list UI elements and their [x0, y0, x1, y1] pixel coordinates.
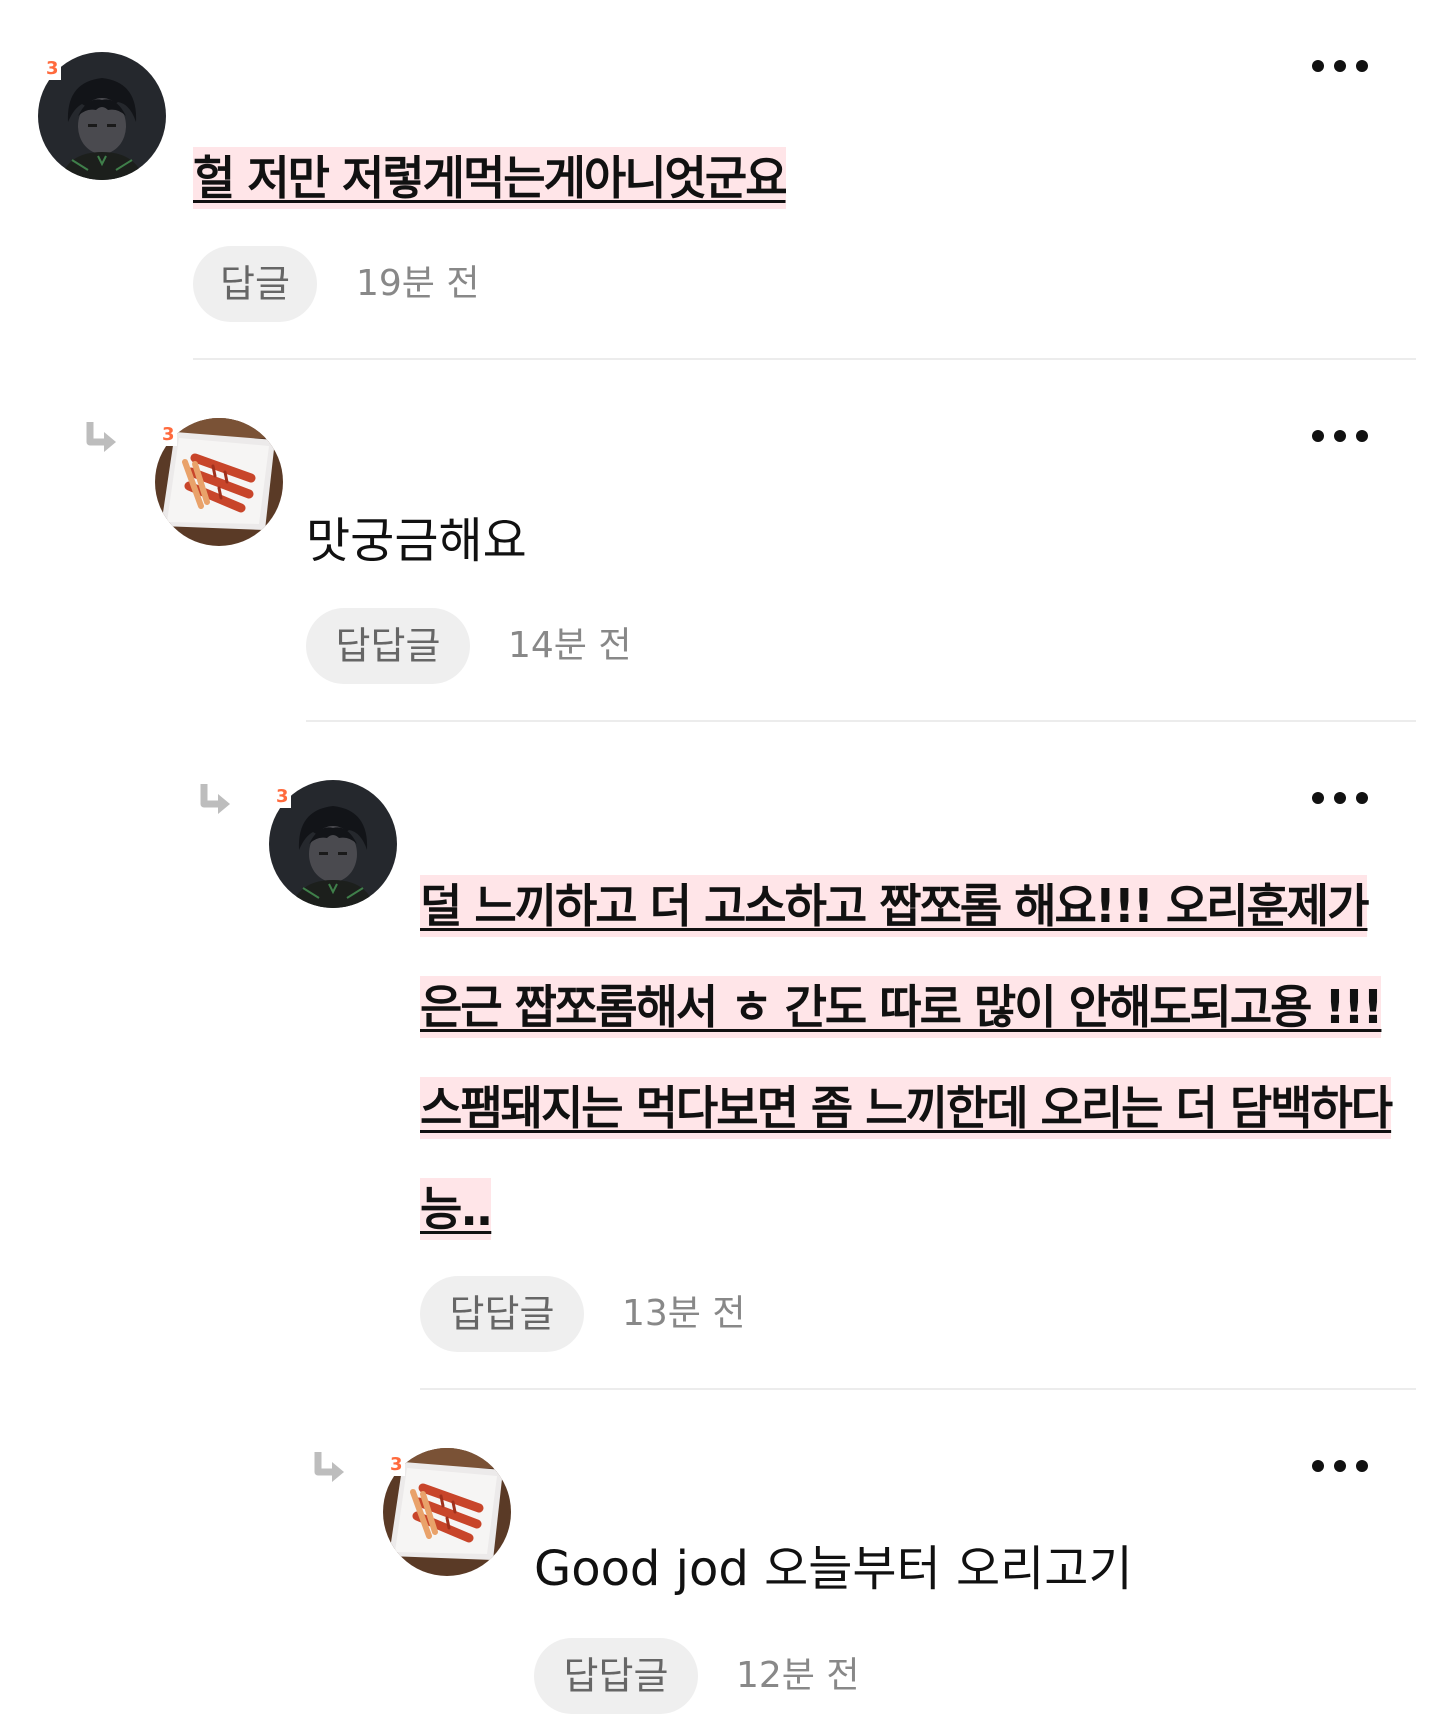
comment-time: 19분 전	[356, 263, 480, 304]
comment-4: 3 Good jod 오늘부터 오리고기 답답글 12분 전	[0, 1392, 1440, 1718]
comment-1: 3 헐 저만 저렇게먹는게아니엇군요 답글 19분 전	[0, 0, 1440, 360]
comment-time: 14분 전	[508, 625, 632, 666]
divider	[306, 720, 1416, 722]
level-badge: 3	[274, 786, 291, 808]
more-dots-icon[interactable]	[1312, 788, 1368, 808]
more-dots-icon[interactable]	[1312, 426, 1368, 446]
comment-time: 12분 전	[736, 1655, 860, 1696]
comment-text: Good jod 오늘부터 오리고기	[534, 1541, 1133, 1597]
divider	[193, 358, 1416, 360]
comment-text-highlight: 덜 느끼하고 더 고소하고 짭쪼롬 해요!!! 오리훈제가 은근 짭쪼롬해서 ㅎ…	[420, 875, 1393, 1240]
comment-time: 13분 전	[622, 1293, 746, 1334]
level-badge: 3	[160, 424, 177, 446]
level-badge: 3	[44, 58, 61, 80]
reply-button[interactable]: 답답글	[306, 608, 470, 684]
reply-button[interactable]: 답글	[193, 246, 317, 322]
reply-button[interactable]: 답답글	[534, 1638, 698, 1714]
more-dots-icon[interactable]	[1312, 1456, 1368, 1476]
reply-arrow-icon	[196, 780, 236, 820]
comment-text-highlight: 헐 저만 저렇게먹는게아니엇군요	[193, 147, 788, 209]
reply-arrow-icon	[310, 1448, 350, 1488]
comment-text: 맛궁금해요	[306, 513, 527, 569]
more-dots-icon[interactable]	[1312, 56, 1368, 76]
reply-arrow-icon	[82, 418, 122, 458]
comment-2: 3 맛궁금해요 답답글 14분 전	[0, 362, 1440, 722]
level-badge: 3	[388, 1454, 405, 1476]
comment-3: 3 덜 느끼하고 더 고소하고 짭쪼롬 해요!!! 오리훈제가 은근 짭쪼롬해서…	[0, 724, 1440, 1392]
comment-text: 헐 저만 저렇게먹는게아니엇군요	[193, 128, 1373, 229]
divider	[420, 1388, 1416, 1390]
comment-text: 덜 느끼하고 더 고소하고 짭쪼롬 해요!!! 오리훈제가 은근 짭쪼롬해서 ㅎ…	[420, 856, 1410, 1260]
reply-button[interactable]: 답답글	[420, 1276, 584, 1352]
